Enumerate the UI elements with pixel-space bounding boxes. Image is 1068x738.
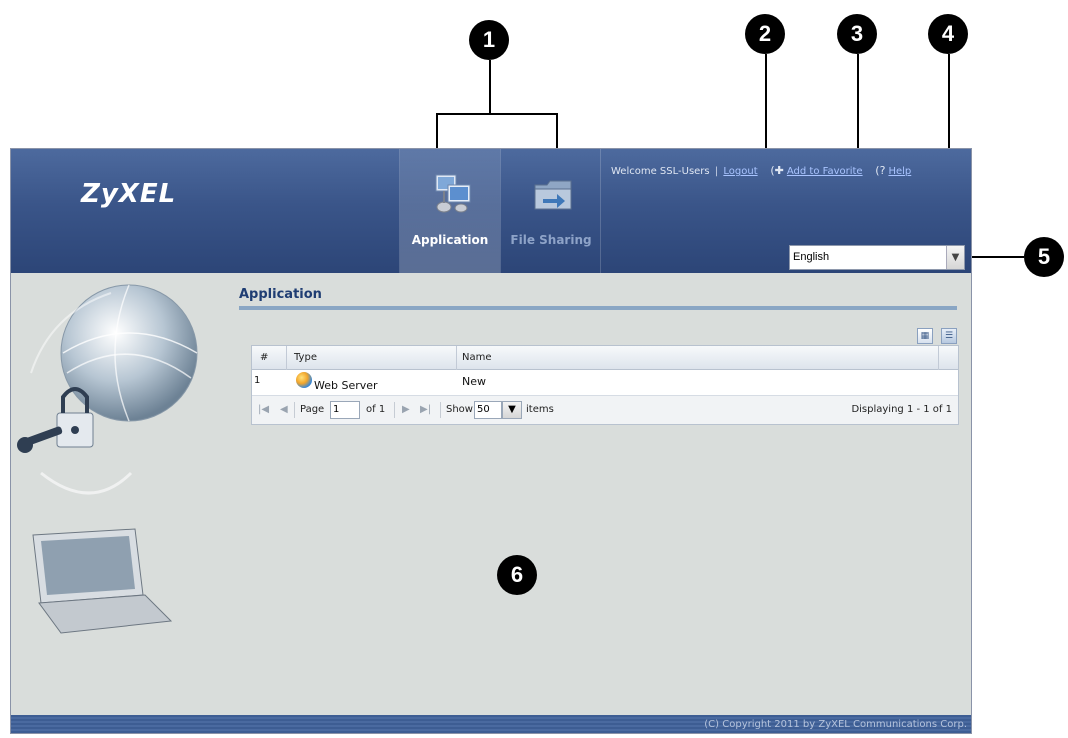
- row-type: Web Server: [314, 379, 378, 392]
- view-toggle: ▦ ☰: [914, 323, 957, 344]
- pager-divider: [440, 402, 441, 418]
- icon-view-icon[interactable]: ▦: [916, 328, 933, 344]
- application-table: # Type Name 1 Web Server New |◀ ◀ Page 1…: [251, 345, 959, 425]
- page-input[interactable]: 1: [330, 401, 360, 419]
- callout-3: 3: [837, 14, 877, 54]
- tab-application-label: Application: [411, 233, 489, 247]
- pager-divider: [394, 402, 395, 418]
- header-bar: ZyXEL Application File Sharing Welcome S…: [11, 149, 971, 273]
- callout-2: 2: [745, 14, 785, 54]
- tab-application[interactable]: Application: [400, 149, 500, 273]
- zyxel-logo: ZyXEL: [81, 179, 177, 209]
- callout-1-bracket: [436, 113, 558, 115]
- help-link[interactable]: Help: [888, 166, 911, 177]
- chevron-down-icon[interactable]: ▼: [502, 401, 522, 419]
- column-divider: [286, 346, 287, 370]
- web-server-globe-icon: [296, 372, 312, 388]
- top-links: Welcome SSL-Users | Logout (✚ Add to Favo…: [611, 164, 911, 177]
- callout-4: 4: [928, 14, 968, 54]
- welcome-text: Welcome SSL-Users: [611, 166, 710, 177]
- title-underline: [239, 306, 957, 310]
- globe-lock-laptop-illustration: [17, 284, 198, 634]
- page-size-select[interactable]: 50: [474, 401, 502, 419]
- file-sharing-icon: [534, 180, 572, 210]
- last-page-icon[interactable]: ▶|: [420, 404, 431, 415]
- callout-6: 6: [497, 555, 537, 595]
- row-name: New: [462, 375, 486, 388]
- callout-1: 1: [469, 20, 509, 60]
- callout-5: 5: [1024, 237, 1064, 277]
- first-page-icon[interactable]: |◀: [258, 404, 269, 415]
- chevron-down-icon[interactable]: ▼: [946, 246, 964, 269]
- tab-file-sharing-label: File Sharing: [510, 233, 592, 247]
- column-type: Type: [294, 352, 317, 363]
- language-value: English: [793, 251, 830, 263]
- column-divider: [938, 346, 939, 370]
- table-header: # Type Name: [252, 346, 958, 370]
- table-row[interactable]: 1 Web Server New: [252, 370, 958, 396]
- app-window: ZyXEL Application File Sharing Welcome S…: [10, 148, 972, 734]
- link-separator: |: [714, 166, 719, 177]
- tab-separator: [600, 149, 601, 273]
- figure: 1 2 3 4 5 ZyXEL Application File Sharing…: [0, 0, 1068, 738]
- displaying-text: Displaying 1 - 1 of 1: [851, 404, 952, 415]
- callout-1-line: [489, 60, 491, 115]
- pagination-bar: |◀ ◀ Page 1 of 1 ▶ ▶| Show 50 ▼ items Di…: [252, 396, 958, 424]
- column-num: #: [260, 352, 269, 363]
- copyright-text: (C) Copyright 2011 by ZyXEL Communicatio…: [704, 719, 967, 730]
- items-label: items: [526, 404, 554, 415]
- help-icon: (?: [875, 164, 886, 177]
- column-name: Name: [462, 352, 492, 363]
- prev-page-icon[interactable]: ◀: [280, 404, 288, 415]
- logout-link[interactable]: Logout: [723, 166, 757, 177]
- main-content: Application ▦ ☰ # Type Name 1 Web Server…: [239, 287, 959, 425]
- page-title: Application: [239, 287, 322, 302]
- pager-divider: [294, 402, 295, 418]
- row-num: 1: [254, 375, 261, 386]
- page-count: of 1: [366, 404, 386, 415]
- list-view-icon[interactable]: ☰: [941, 328, 957, 344]
- application-icon: [435, 174, 471, 213]
- footer-bar: (C) Copyright 2011 by ZyXEL Communicatio…: [11, 715, 971, 733]
- page-label: Page: [300, 404, 325, 415]
- next-page-icon[interactable]: ▶: [402, 404, 410, 415]
- language-select[interactable]: English ▼: [789, 245, 965, 270]
- add-to-favorite-link[interactable]: Add to Favorite: [787, 166, 863, 177]
- tab-file-sharing[interactable]: File Sharing: [501, 149, 601, 273]
- column-divider: [456, 346, 457, 370]
- add-favorite-icon: (✚: [770, 164, 784, 177]
- show-label: Show: [446, 404, 473, 415]
